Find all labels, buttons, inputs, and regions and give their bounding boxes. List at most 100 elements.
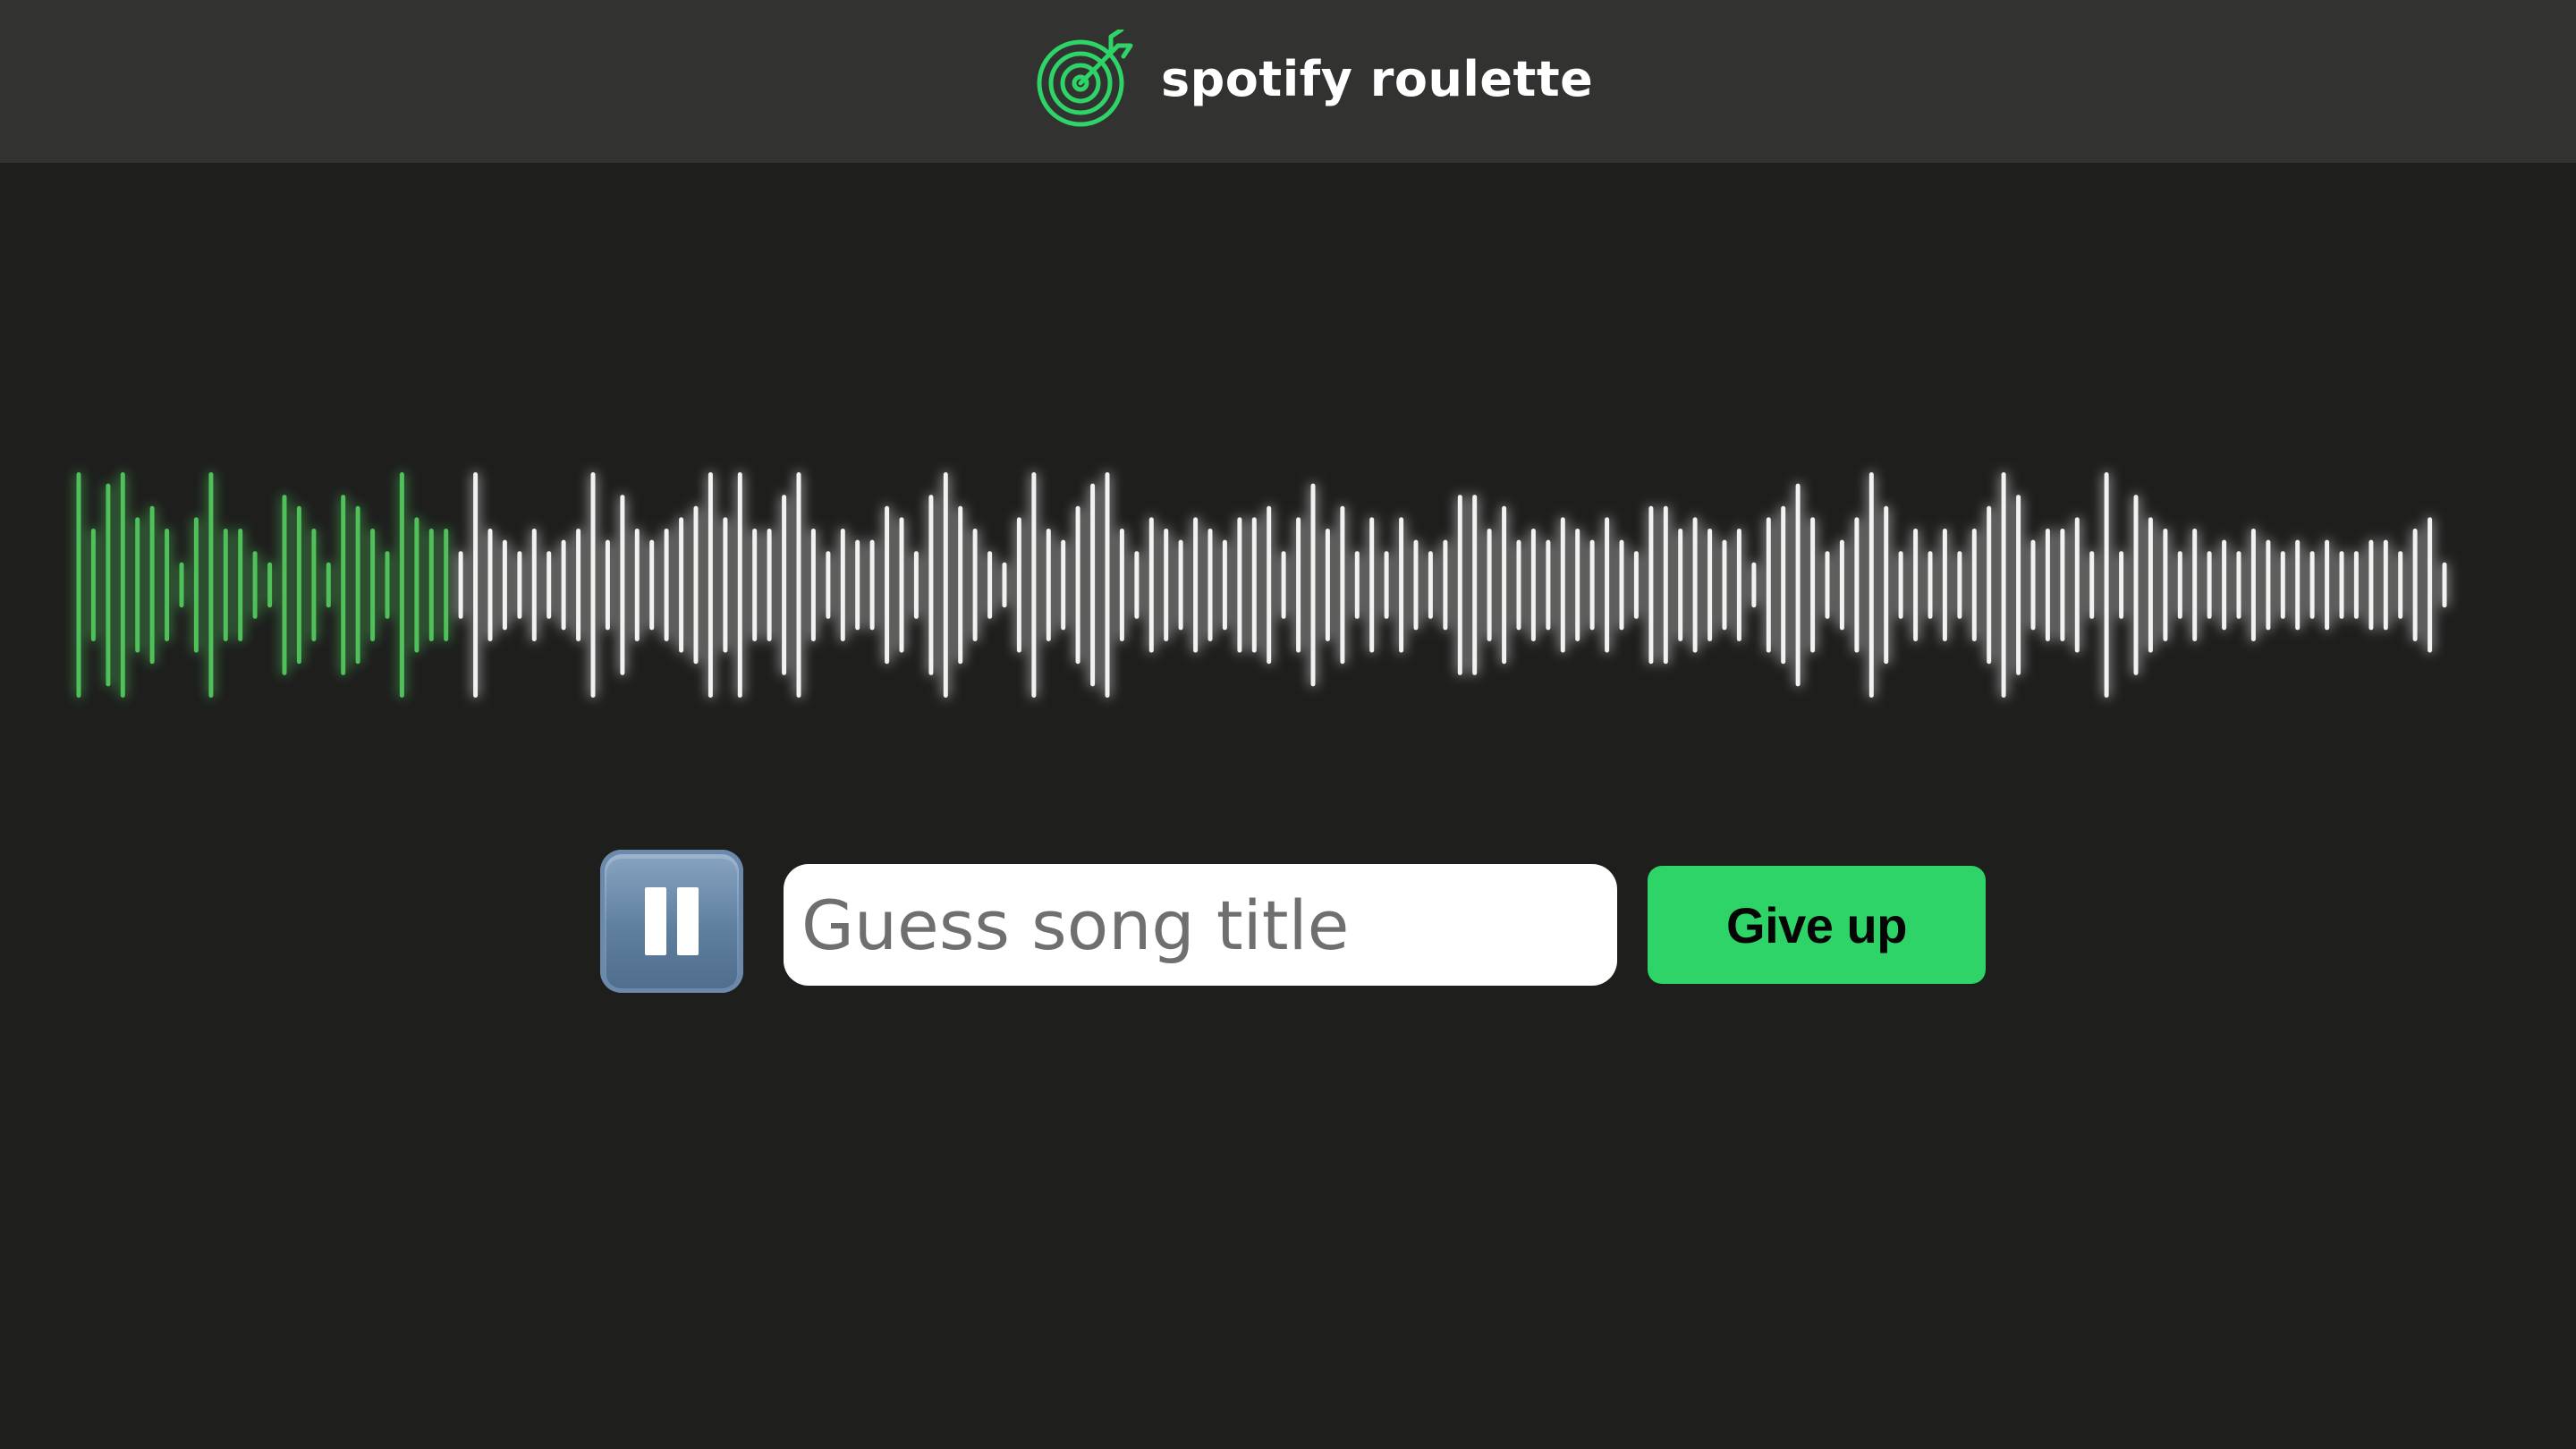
waveform-bar xyxy=(1589,539,1595,631)
waveform-bar-played xyxy=(223,529,228,641)
waveform-bar xyxy=(576,529,581,641)
waveform-bar xyxy=(826,551,831,619)
pause-icon xyxy=(645,887,666,955)
waveform-bar xyxy=(1560,517,1565,653)
app-title: spotify roulette xyxy=(1161,50,1594,107)
waveform-bar xyxy=(473,472,479,698)
waveform-bar-played xyxy=(179,562,184,608)
waveform-bar xyxy=(2398,551,2403,619)
waveform-bar xyxy=(840,529,845,641)
waveform-bar xyxy=(502,539,507,631)
waveform-bar-played xyxy=(399,472,404,698)
waveform-bar-played xyxy=(444,529,449,641)
waveform-bar xyxy=(767,529,772,641)
waveform-bar xyxy=(899,517,904,653)
waveform-bar xyxy=(2163,529,2168,641)
guess-song-input[interactable] xyxy=(784,864,1617,986)
waveform-bar xyxy=(1795,483,1801,687)
waveform-bar xyxy=(487,529,493,641)
waveform-bar xyxy=(855,539,860,631)
waveform-bar xyxy=(1971,529,1977,641)
waveform-bar-played xyxy=(267,562,273,608)
waveform-bar xyxy=(2428,517,2433,653)
waveform-bar xyxy=(2177,551,2182,619)
waveform-bar-played xyxy=(208,472,214,698)
waveform-bar xyxy=(2119,551,2124,619)
waveform-bar xyxy=(679,517,684,653)
waveform-bar xyxy=(2222,539,2227,631)
waveform-bar xyxy=(2383,539,2388,631)
pause-button[interactable] xyxy=(600,850,743,993)
waveform-bar-played xyxy=(341,495,346,675)
waveform-bar xyxy=(1707,529,1713,641)
waveform-bar xyxy=(885,505,890,665)
waveform-bar xyxy=(1267,505,1272,665)
waveform-bar xyxy=(2280,551,2285,619)
waveform-bar xyxy=(928,495,934,675)
waveform-bar xyxy=(2368,539,2374,631)
waveform-bar xyxy=(1868,472,1874,698)
give-up-button[interactable]: Give up xyxy=(1648,866,1986,984)
waveform-bar xyxy=(2104,472,2109,698)
waveform-bar-played xyxy=(385,551,390,619)
waveform-bar xyxy=(664,529,669,641)
waveform-bar xyxy=(1472,495,1478,675)
waveform-bar xyxy=(1384,551,1389,619)
waveform-bar xyxy=(1354,551,1360,619)
waveform-bar xyxy=(634,529,640,641)
waveform-bar xyxy=(1134,551,1140,619)
waveform-bar xyxy=(796,472,801,698)
waveform-bar xyxy=(972,529,978,641)
waveform-bar xyxy=(1825,551,1830,619)
waveform-bar xyxy=(1516,539,1521,631)
controls-row: Give up xyxy=(0,848,2576,1000)
waveform-bar xyxy=(1678,529,1683,641)
waveform-bar xyxy=(2442,562,2447,608)
waveform-bar-played xyxy=(311,529,317,641)
waveform-bar xyxy=(723,517,728,653)
waveform-bar xyxy=(1105,472,1110,698)
waveform-bar xyxy=(1340,505,1345,665)
waveform-bar xyxy=(1736,529,1741,641)
waveform-bar-played xyxy=(355,505,360,665)
waveform-bar-played xyxy=(428,529,434,641)
waveform-bar-played xyxy=(238,529,243,641)
waveform-bar xyxy=(2309,551,2315,619)
waveform-bar xyxy=(1884,505,1889,665)
waveform-bar xyxy=(2016,495,2021,675)
waveform-bar xyxy=(1369,517,1375,653)
waveform-bar xyxy=(1428,551,1433,619)
waveform-bar xyxy=(1633,551,1639,619)
pause-icon-right-bar xyxy=(677,887,699,955)
waveform-bar xyxy=(1281,551,1286,619)
top-bar: spotify roulette xyxy=(0,0,2576,163)
waveform-bar xyxy=(752,529,758,641)
waveform-bar xyxy=(605,539,610,631)
waveform-bar xyxy=(693,505,699,665)
audio-waveform[interactable] xyxy=(0,447,2576,733)
waveform-bar xyxy=(1016,517,1021,653)
waveform-bar-played xyxy=(414,517,419,653)
waveform-bar xyxy=(1443,539,1448,631)
waveform-bar-played xyxy=(326,562,331,608)
waveform-bar xyxy=(2133,495,2139,675)
waveform-bar xyxy=(1075,505,1080,665)
waveform-bar-played xyxy=(252,551,258,619)
waveform-bar xyxy=(1296,517,1301,653)
waveform-bar-played xyxy=(165,529,170,641)
target-arrow-icon xyxy=(1037,30,1133,127)
waveform-bar xyxy=(1854,517,1860,653)
waveform-bar xyxy=(2207,551,2212,619)
waveform-bar xyxy=(590,472,596,698)
brand[interactable]: spotify roulette xyxy=(1036,25,1593,132)
waveform-bar xyxy=(1002,562,1007,608)
waveform-bar xyxy=(1399,517,1404,653)
waveform-bar-played xyxy=(282,495,287,675)
waveform-bar xyxy=(958,505,963,665)
waveform-bar xyxy=(737,472,742,698)
waveform-bar-played xyxy=(135,517,140,653)
waveform-bar xyxy=(2353,551,2359,619)
waveform-bar xyxy=(1928,551,1933,619)
waveform-bar xyxy=(2236,551,2241,619)
waveform-bar xyxy=(1148,517,1154,653)
